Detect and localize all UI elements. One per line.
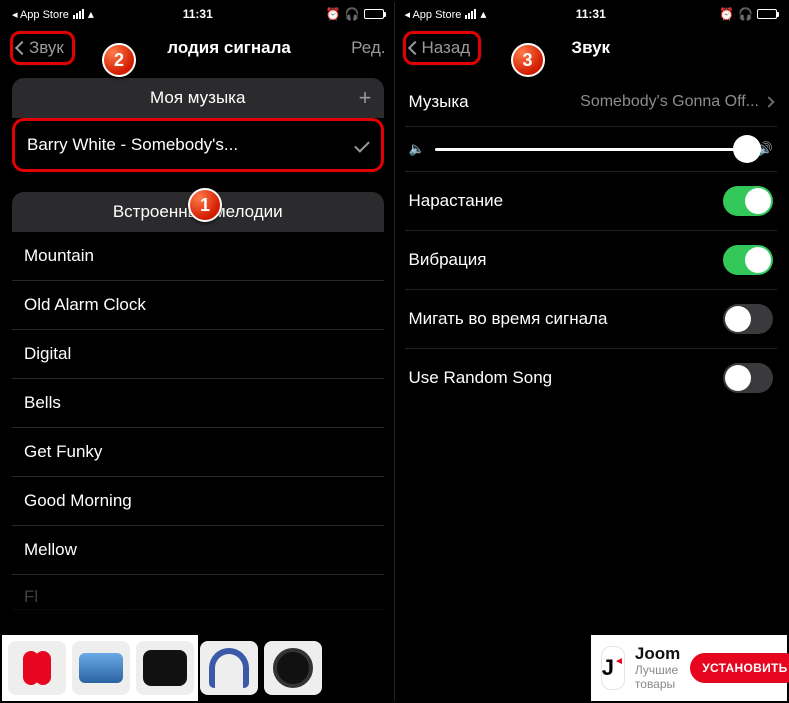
back-button[interactable]: Звук (10, 31, 75, 65)
music-label: Музыка (409, 92, 469, 112)
joom-logo-icon: J◄ (601, 646, 625, 690)
volume-low-icon: 🔈 (409, 141, 425, 157)
volume-slider[interactable] (435, 148, 747, 151)
ad-product-headphones (200, 641, 258, 695)
builtin-list: Mountain Old Alarm Clock Digital Bells G… (12, 232, 384, 701)
list-item[interactable]: Good Morning (12, 477, 384, 526)
settings-list: Музыка Somebody's Gonna Off... 🔈 🔊 Нарас… (405, 78, 778, 407)
selected-track-label: Barry White - Somebody's... (27, 135, 238, 155)
ad-product-car (72, 641, 130, 695)
list-item[interactable]: Get Funky (12, 428, 384, 477)
page-title: Звук (571, 38, 610, 58)
list-item[interactable]: Digital (12, 330, 384, 379)
phone-right: ◂ App Store ▴ 11:31 ⏰ 🎧 Назад Звук Музык… (395, 2, 788, 701)
list-item[interactable]: Mountain (12, 232, 384, 281)
back-to-appstore[interactable]: ◂ App Store (12, 8, 69, 21)
headphones-icon: 🎧 (345, 7, 360, 21)
chevron-left-icon (15, 41, 29, 55)
battery-icon (364, 9, 384, 19)
toggle-rise[interactable] (723, 186, 773, 216)
step-badge-3: 3 (511, 43, 545, 77)
setting-label: Нарастание (409, 191, 504, 211)
status-bar: ◂ App Store ▴ 11:31 ⏰ 🎧 (2, 2, 394, 26)
list-item[interactable]: Old Alarm Clock (12, 281, 384, 330)
ad-banner-right[interactable]: J◄ Joom Лучшие товары УСТАНОВИТЬ (591, 635, 787, 701)
my-music-header-label: Моя музыка (150, 88, 245, 108)
setting-label: Мигать во время сигнала (409, 309, 608, 329)
list-item[interactable]: Mellow (12, 526, 384, 575)
wifi-icon: ▴ (480, 7, 486, 21)
list-item[interactable]: Bells (12, 379, 384, 428)
ad-banner-left[interactable] (2, 635, 198, 701)
setting-label: Use Random Song (409, 368, 553, 388)
step-badge-2: 2 (102, 43, 136, 77)
checkmark-icon (354, 137, 370, 153)
back-to-appstore[interactable]: ◂ App Store (405, 8, 462, 21)
clock: 11:31 (576, 7, 606, 21)
chevron-left-icon (407, 41, 421, 55)
add-music-button[interactable]: + (359, 87, 372, 109)
headphones-icon: 🎧 (738, 7, 753, 21)
wifi-icon: ▴ (88, 7, 94, 21)
setting-random: Use Random Song (405, 349, 778, 407)
my-music-header: Моя музыка + (12, 78, 384, 118)
step-badge-1: 1 (188, 188, 222, 222)
music-value: Somebody's Gonna Off... (580, 93, 759, 111)
edit-button[interactable]: Ред. (351, 38, 385, 58)
toggle-vibration[interactable] (723, 245, 773, 275)
back-button[interactable]: Назад (403, 31, 482, 65)
setting-vibration: Вибрация (405, 231, 778, 290)
setting-blink: Мигать во время сигнала (405, 290, 778, 349)
phone-left: ◂ App Store ▴ 11:31 ⏰ 🎧 Звук лодия сигна… (2, 2, 395, 701)
battery-icon (757, 9, 777, 19)
toggle-random[interactable] (723, 363, 773, 393)
list-item[interactable]: Fl (12, 575, 384, 610)
chevron-right-icon (763, 96, 774, 107)
clock: 11:31 (183, 7, 213, 21)
back-label: Звук (29, 38, 64, 58)
toggle-blink[interactable] (723, 304, 773, 334)
ad-product-earbuds-black (136, 641, 194, 695)
status-bar: ◂ App Store ▴ 11:31 ⏰ 🎧 (395, 2, 788, 26)
ad-text: Joom Лучшие товары (635, 644, 680, 691)
music-row[interactable]: Музыка Somebody's Gonna Off... (405, 78, 778, 127)
alarm-icon: ⏰ (326, 7, 341, 21)
ad-product-watch (264, 641, 322, 695)
ad-tagline: Лучшие товары (635, 664, 680, 692)
selected-track-row[interactable]: Barry White - Somebody's... (12, 118, 384, 172)
install-button[interactable]: УСТАНОВИТЬ (690, 653, 789, 683)
alarm-icon: ⏰ (719, 7, 734, 21)
nav-bar: Звук лодия сигнала Ред. (2, 26, 394, 70)
signal-icon (465, 9, 476, 19)
signal-icon (73, 9, 84, 19)
nav-bar: Назад Звук (395, 26, 788, 70)
ad-brand: Joom (635, 644, 680, 664)
volume-row: 🔈 🔊 (405, 127, 778, 172)
setting-label: Вибрация (409, 250, 487, 270)
slider-thumb[interactable] (733, 135, 761, 163)
page-title: лодия сигнала (167, 38, 291, 58)
setting-rise: Нарастание (405, 172, 778, 231)
ad-product-earbuds-red (8, 641, 66, 695)
back-label: Назад (422, 38, 471, 58)
